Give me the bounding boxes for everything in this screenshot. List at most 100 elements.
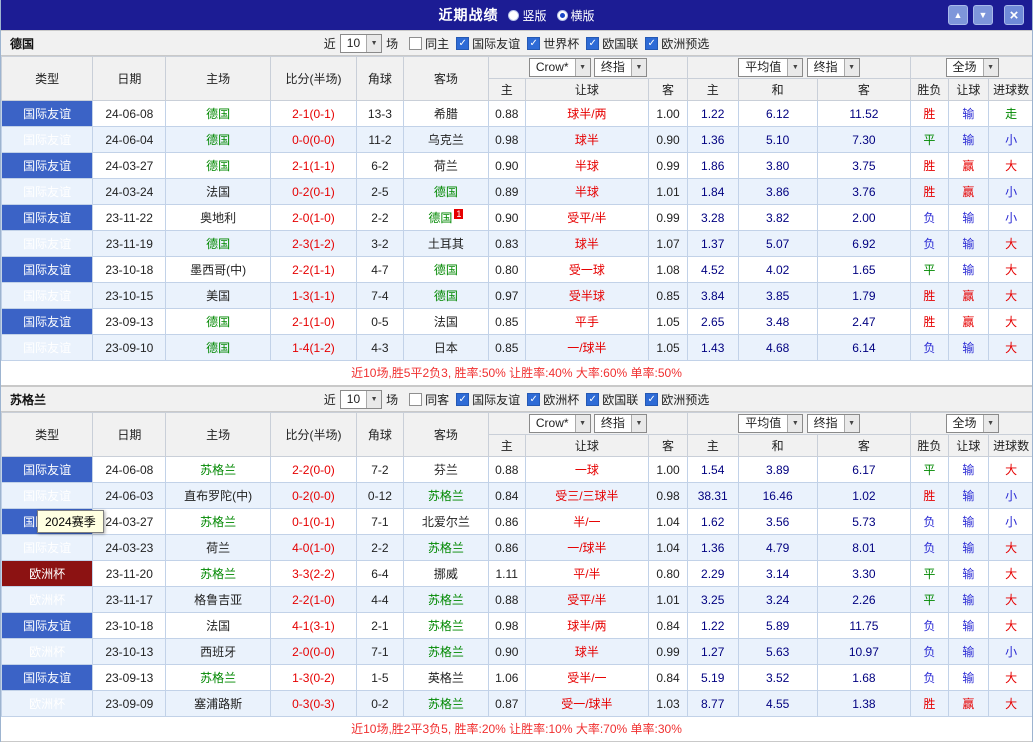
checkbox-checked-icon[interactable]: ✓ xyxy=(586,393,599,406)
avg-home: 2.29 xyxy=(687,561,738,587)
match-row: 国际友谊24-03-27德国2-1(1-1)6-2荷兰0.90半球0.991.8… xyxy=(2,153,1033,179)
checkbox-label: 世界杯 xyxy=(543,35,579,52)
result-outcome: 平 xyxy=(911,257,949,283)
corners: 0-12 xyxy=(357,483,404,509)
corners: 7-1 xyxy=(357,639,404,665)
avg-final-dropdown[interactable]: 终指▼ xyxy=(807,414,860,433)
col-avg-draw: 和 xyxy=(738,79,817,101)
checkbox-checked-icon[interactable]: ✓ xyxy=(645,37,658,50)
away-team: 德国 xyxy=(403,257,488,283)
games-label: 场 xyxy=(386,391,398,408)
goals-outcome: 大 xyxy=(989,283,1033,309)
odds-final-dropdown[interactable]: 终指▼ xyxy=(594,414,647,433)
filter-checkbox-欧洲杯[interactable]: ✓欧洲杯 xyxy=(527,391,579,408)
away-team: 英格兰 xyxy=(403,665,488,691)
home-team: 法国 xyxy=(166,613,271,639)
handicap-line: 球半 xyxy=(525,639,649,665)
col-odds-home: 主 xyxy=(488,79,525,101)
avg-draw: 5.89 xyxy=(738,613,817,639)
filter-checkbox-世界杯[interactable]: ✓世界杯 xyxy=(527,35,579,52)
odds-away: 1.04 xyxy=(649,535,688,561)
corners: 2-2 xyxy=(357,205,404,231)
avg-away: 1.79 xyxy=(817,283,910,309)
checkbox-checked-icon[interactable]: ✓ xyxy=(527,37,540,50)
col-goals: 进球数 xyxy=(989,79,1033,101)
match-row: 国际友谊24-06-03直布罗陀(中)0-2(0-0)0-12苏格兰0.84受三… xyxy=(2,483,1033,509)
avg-draw: 4.55 xyxy=(738,691,817,717)
close-button[interactable]: × xyxy=(1004,5,1024,25)
match-count-dropdown[interactable]: 10 ▼ xyxy=(340,390,382,409)
score-halftime: 1-3(0-2) xyxy=(270,665,356,691)
result-outcome: 负 xyxy=(911,535,949,561)
match-count-dropdown[interactable]: 10 ▼ xyxy=(340,34,382,53)
filter-checkbox-国际友谊[interactable]: ✓国际友谊 xyxy=(456,35,520,52)
checkbox-label: 同主 xyxy=(425,35,449,52)
col-result: 胜负 xyxy=(911,435,949,457)
avg-away: 2.47 xyxy=(817,309,910,335)
competition-filters: 同客 ✓国际友谊 ✓欧洲杯 ✓欧国联 ✓欧洲预选 xyxy=(402,391,709,408)
match-type: 国际友谊 xyxy=(2,127,93,153)
average-dropdown[interactable]: 平均值▼ xyxy=(738,58,803,77)
col-corner: 角球 xyxy=(357,57,404,101)
checkbox-checked-icon[interactable]: ✓ xyxy=(645,393,658,406)
col-result: 胜负 xyxy=(911,79,949,101)
odds-away: 0.99 xyxy=(649,153,688,179)
goals-outcome: 小 xyxy=(989,205,1033,231)
filter-checkbox-同客[interactable]: 同客 xyxy=(409,391,449,408)
col-avg-away: 客 xyxy=(817,79,910,101)
col-odds-away: 客 xyxy=(649,435,688,457)
match-type: 国际友谊 xyxy=(2,101,93,127)
handicap-line: 球半 xyxy=(525,127,649,153)
score-halftime: 0-3(0-3) xyxy=(270,691,356,717)
odds-home: 0.88 xyxy=(488,457,525,483)
avg-home: 8.77 xyxy=(687,691,738,717)
avg-final-dropdown[interactable]: 终指▼ xyxy=(807,58,860,77)
filter-checkbox-国际友谊[interactable]: ✓国际友谊 xyxy=(456,391,520,408)
odds-company-dropdown[interactable]: Crow*▼ xyxy=(529,58,591,77)
handicap-outcome: 赢 xyxy=(948,691,989,717)
corners: 6-4 xyxy=(357,561,404,587)
goals-outcome: 大 xyxy=(989,535,1033,561)
home-team: 苏格兰 xyxy=(166,561,271,587)
goals-outcome: 大 xyxy=(989,335,1033,361)
odds-away: 1.04 xyxy=(649,509,688,535)
filter-checkbox-欧国联[interactable]: ✓欧国联 xyxy=(586,391,638,408)
layout-radio-horizontal[interactable]: 横版 xyxy=(557,7,595,24)
checkbox-unchecked-icon[interactable] xyxy=(409,393,422,406)
filter-checkbox-欧国联[interactable]: ✓欧国联 xyxy=(586,35,638,52)
layout-radio-vertical[interactable]: 竖版 xyxy=(508,7,546,24)
filter-checkbox-欧洲预选[interactable]: ✓欧洲预选 xyxy=(645,391,709,408)
filter-checkbox-欧洲预选[interactable]: ✓欧洲预选 xyxy=(645,35,709,52)
checkbox-unchecked-icon[interactable] xyxy=(409,37,422,50)
score-halftime: 0-0(0-0) xyxy=(270,127,356,153)
checkbox-checked-icon[interactable]: ✓ xyxy=(527,393,540,406)
chevron-down-icon: ▼ xyxy=(787,415,802,432)
avg-home: 1.84 xyxy=(687,179,738,205)
checkbox-checked-icon[interactable]: ✓ xyxy=(456,393,469,406)
avg-group-header: 平均值▼ 终指▼ xyxy=(687,413,910,435)
average-dropdown[interactable]: 平均值▼ xyxy=(738,414,803,433)
score-halftime: 1-3(1-1) xyxy=(270,283,356,309)
avg-group-header: 平均值▼ 终指▼ xyxy=(687,57,910,79)
radio-icon[interactable] xyxy=(557,10,568,21)
result-outcome: 平 xyxy=(911,457,949,483)
checkbox-checked-icon[interactable]: ✓ xyxy=(456,37,469,50)
corners: 4-3 xyxy=(357,335,404,361)
scope-dropdown[interactable]: 全场▼ xyxy=(946,58,999,77)
filter-checkbox-同主[interactable]: 同主 xyxy=(409,35,449,52)
avg-home: 1.22 xyxy=(687,101,738,127)
odds-final-dropdown[interactable]: 终指▼ xyxy=(594,58,647,77)
scroll-up-button[interactable]: ▲ xyxy=(948,5,968,25)
avg-away: 1.02 xyxy=(817,483,910,509)
match-row: 国际友谊24-06-08德国2-1(0-1)13-3希腊0.88球半/两1.00… xyxy=(2,101,1033,127)
checkbox-checked-icon[interactable]: ✓ xyxy=(586,37,599,50)
scope-dropdown[interactable]: 全场▼ xyxy=(946,414,999,433)
chevron-down-icon: ▼ xyxy=(631,59,646,76)
match-type: 欧洲杯 xyxy=(2,587,93,613)
score-halftime: 2-1(1-1) xyxy=(270,153,356,179)
section-header-germany: 德国 近 10 ▼ 场 同主✓国际友谊✓世界杯✓欧国联✓欧洲预选 xyxy=(1,30,1032,56)
avg-away: 5.73 xyxy=(817,509,910,535)
radio-icon[interactable] xyxy=(508,10,519,21)
odds-company-dropdown[interactable]: Crow*▼ xyxy=(529,414,591,433)
scroll-down-button[interactable]: ▼ xyxy=(973,5,993,25)
